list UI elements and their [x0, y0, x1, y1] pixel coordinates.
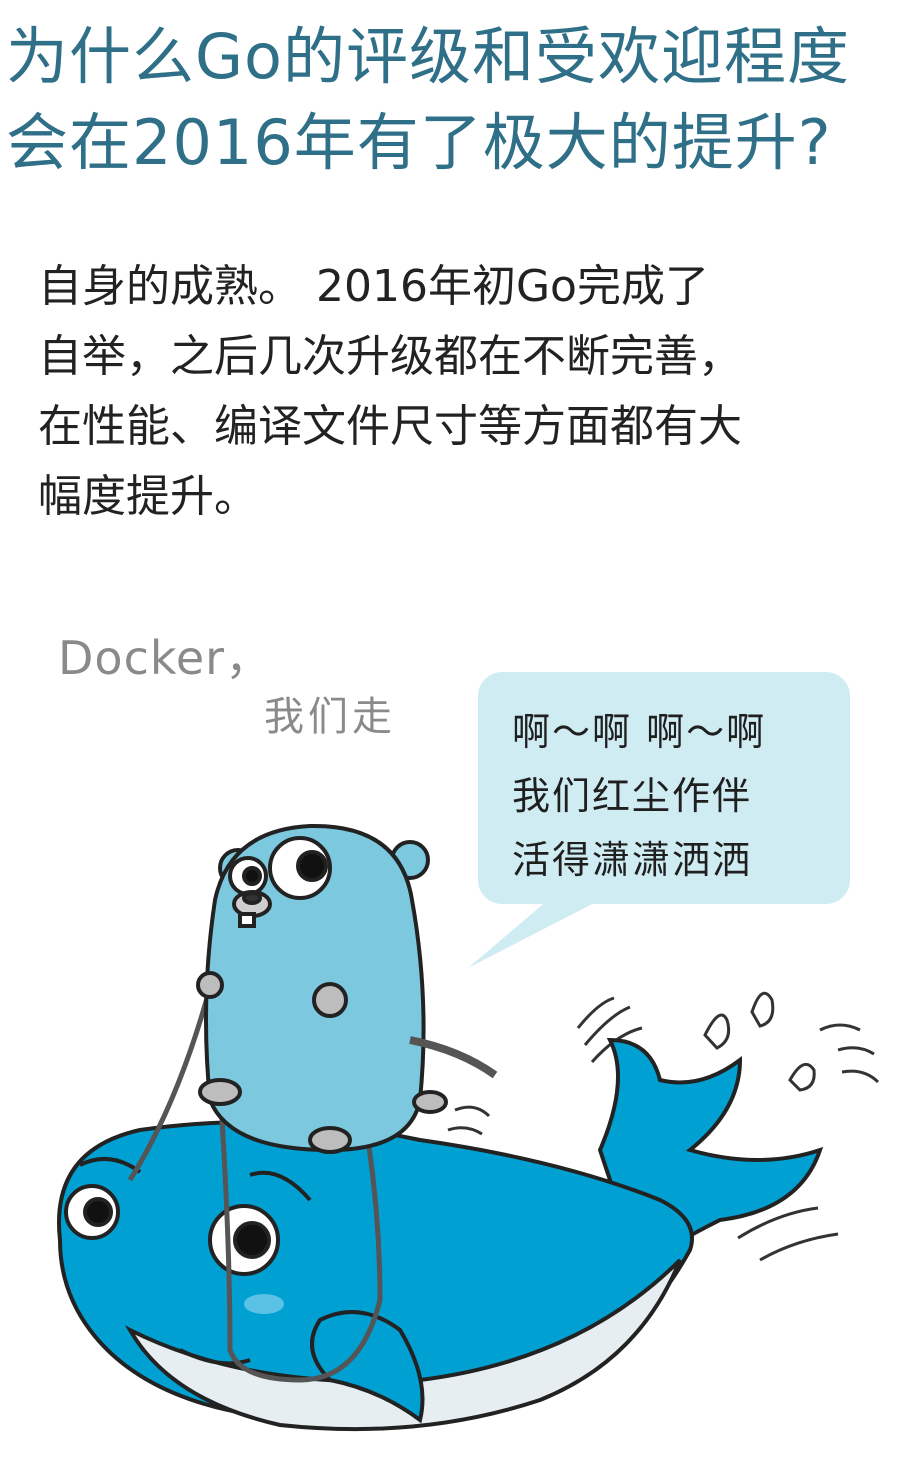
caption-lets-go: 我们走	[264, 694, 396, 740]
speech-bubble-text: 啊～啊 啊～啊 我们红尘作伴 活得潇潇洒洒	[512, 700, 832, 892]
bubble-line-3: 活得潇潇洒洒	[512, 838, 753, 882]
bubble-line-2: 我们红尘作伴	[512, 774, 753, 818]
caption-docker: Docker，	[58, 631, 273, 685]
gopher-character	[196, 823, 498, 1154]
bubble-line-1: 啊～啊 啊～啊	[512, 710, 767, 754]
